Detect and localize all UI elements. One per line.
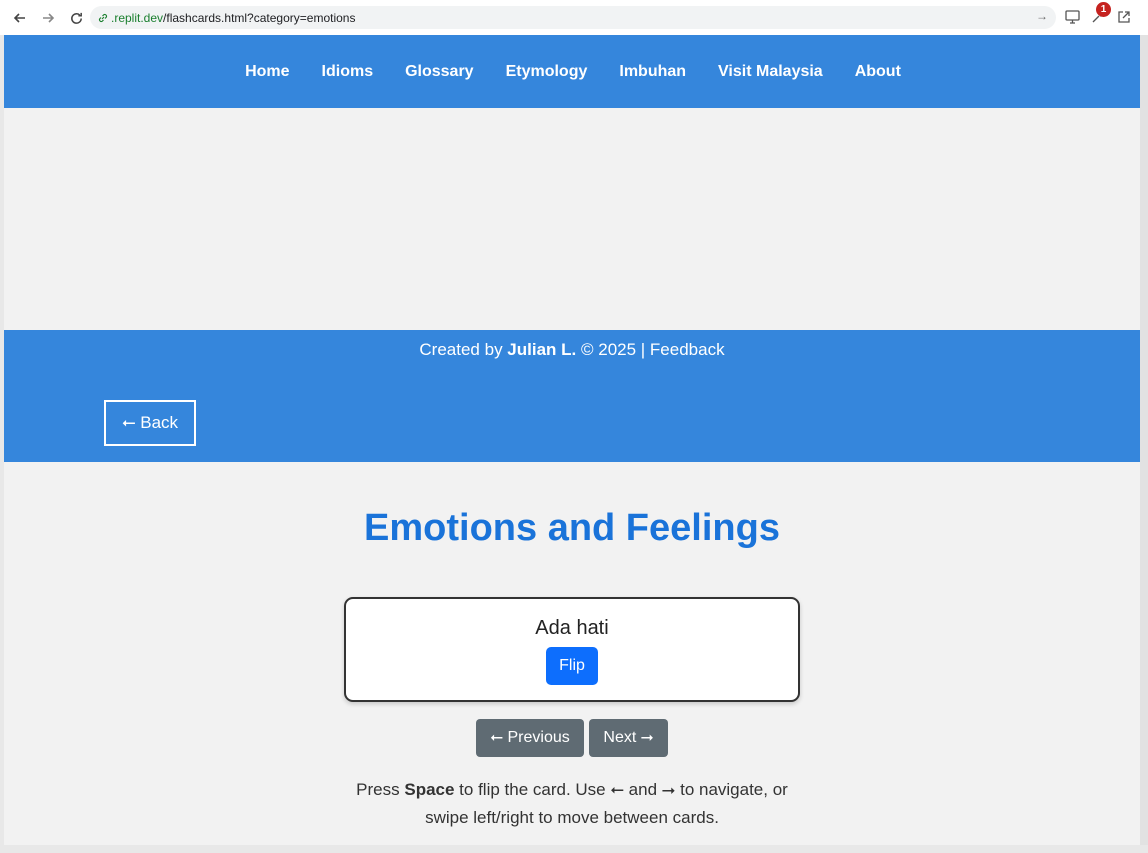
browser-toolbar: .replit.dev/flashcards.html?category=emo… bbox=[0, 0, 1148, 35]
link-icon bbox=[98, 13, 108, 22]
url-domain: .replit.dev bbox=[111, 10, 164, 25]
back-button[interactable]: ⭠ Back bbox=[104, 400, 196, 446]
next-button[interactable]: Next ⭢ bbox=[589, 719, 668, 757]
footer-author: Julian L. bbox=[507, 340, 577, 359]
keyboard-help-text: Press Space to flip the card. Use ⭠ and … bbox=[334, 776, 810, 832]
nav-visit-malaysia[interactable]: Visit Malaysia bbox=[718, 63, 823, 81]
feedback-link[interactable]: Feedback bbox=[650, 340, 725, 359]
window-edge bbox=[1140, 35, 1148, 853]
main-navigation: Home Idioms Glossary Etymology Imbuhan V… bbox=[4, 35, 1140, 108]
flashcard-text: Ada hati bbox=[535, 617, 609, 639]
flip-button[interactable]: Flip bbox=[546, 647, 598, 685]
footer-credits: Created by Julian L. © 2025 | Feedback bbox=[4, 340, 1140, 360]
window-bottom-edge bbox=[0, 845, 1148, 853]
open-external-icon[interactable] bbox=[1115, 8, 1133, 26]
notification-badge: 1 bbox=[1096, 2, 1111, 17]
previous-button[interactable]: ⭠ Previous bbox=[476, 719, 584, 757]
nav-home[interactable]: Home bbox=[245, 63, 289, 81]
go-arrow-icon[interactable]: → bbox=[1036, 9, 1048, 23]
back-arrow-icon[interactable] bbox=[10, 8, 30, 28]
footer-prefix: Created by bbox=[419, 340, 508, 359]
nav-imbuhan[interactable]: Imbuhan bbox=[619, 63, 686, 81]
nav-glossary[interactable]: Glossary bbox=[405, 63, 473, 81]
nav-idioms[interactable]: Idioms bbox=[322, 63, 374, 81]
help-press: Press bbox=[356, 780, 405, 799]
page-title: Emotions and Feelings bbox=[364, 507, 780, 549]
help-key: Space bbox=[404, 780, 455, 799]
url-path: /flashcards.html?category=emotions bbox=[163, 10, 356, 25]
page-viewport: Home Idioms Glossary Etymology Imbuhan V… bbox=[4, 35, 1140, 845]
nav-etymology[interactable]: Etymology bbox=[506, 63, 588, 81]
address-bar[interactable]: .replit.dev/flashcards.html?category=emo… bbox=[90, 6, 1056, 29]
flashcard[interactable]: Ada hati Flip bbox=[344, 597, 800, 702]
footer-suffix: © 2025 | bbox=[576, 340, 650, 359]
help-rest: to flip the card. Use ⭠ and ⭢ to navigat… bbox=[425, 780, 788, 827]
reload-icon[interactable] bbox=[66, 8, 86, 28]
monitor-icon[interactable] bbox=[1063, 8, 1081, 26]
nav-about[interactable]: About bbox=[855, 63, 901, 81]
forward-arrow-icon[interactable] bbox=[38, 8, 58, 28]
